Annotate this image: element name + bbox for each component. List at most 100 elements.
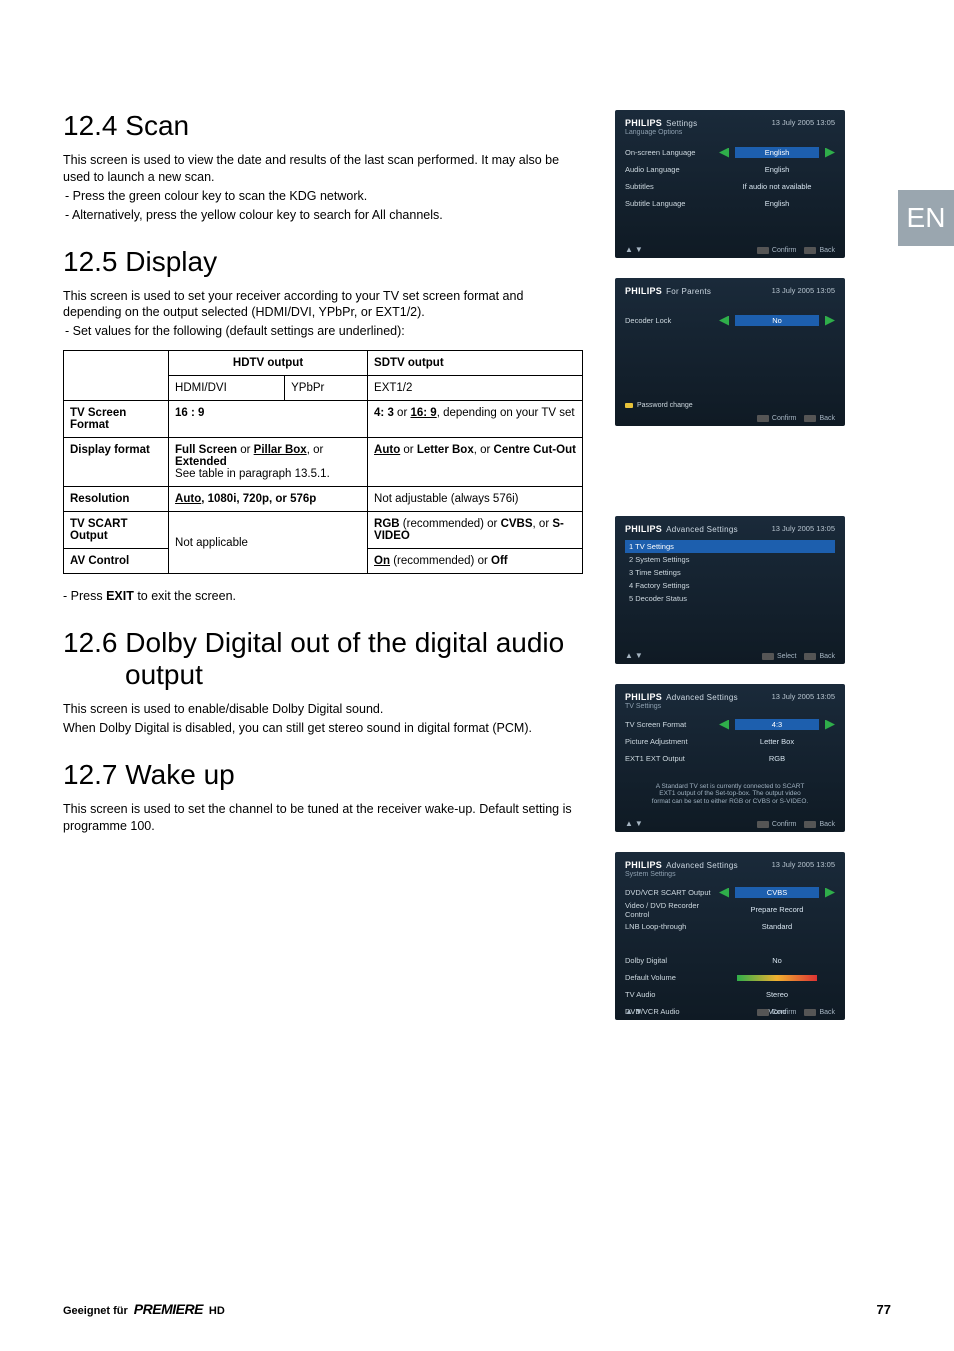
footer-brand: PREMIERE xyxy=(134,1301,203,1317)
display-settings-table: HDTV output SDTV output HDMI/DVI YPbPr E… xyxy=(63,350,583,574)
footer-brand-suffix: HD xyxy=(209,1305,225,1317)
dolby-body2: When Dolby Digital is disabled, you can … xyxy=(63,720,583,737)
scart-mid: (recommended) or xyxy=(400,518,501,530)
brand-label: PHILIPSSettings xyxy=(625,118,697,128)
arrow-left-icon xyxy=(719,316,729,326)
tvfmt-sdtv-43: 4: 3 xyxy=(374,407,394,419)
screen-footer: ConfirmBack xyxy=(749,415,835,422)
scart-sdtv: RGB (recommended) or CVBS, or S-VIDEO xyxy=(368,512,583,549)
dispfmt-pillar: Pillar Box xyxy=(254,444,307,456)
av-off: Off xyxy=(491,555,508,567)
arrow-right-icon xyxy=(825,148,835,158)
screenshot-tv-settings: PHILIPSAdvanced Settings 13 July 2005 13… xyxy=(615,684,845,832)
heading-scan: 12.4 Scan xyxy=(63,110,583,142)
row-spacer xyxy=(625,937,835,950)
av-on: On xyxy=(374,555,390,567)
screen-footer: ConfirmBack xyxy=(749,821,835,828)
scart-rgb: RGB xyxy=(374,518,400,530)
dispfmt-full: Full Screen xyxy=(175,444,237,456)
subcol-ext: EXT1/2 xyxy=(368,376,583,401)
exit-b: EXIT xyxy=(106,589,134,603)
screen-date: 13 July 2005 13:05 xyxy=(772,118,835,127)
menu-tv-settings: 1 TV Settings xyxy=(625,540,835,553)
dispfmt-sd-or2: , or xyxy=(474,444,494,456)
heading-dolby: 12.6 Dolby Digital out of the digital au… xyxy=(63,627,583,691)
row-audio-lang: Audio LanguageEnglish xyxy=(625,163,835,176)
tvfmt-sdtv-169: 16: 9 xyxy=(410,407,436,419)
breadcrumb: TV Settings xyxy=(625,703,835,710)
footer-label: Geeignet für xyxy=(63,1305,128,1317)
page-footer: Geeignet für PREMIERE HD 77 xyxy=(63,1301,891,1317)
breadcrumb: System Settings xyxy=(625,871,835,878)
dispfmt-sd-letter: Letter Box xyxy=(417,444,474,456)
dolby-h2: output xyxy=(125,659,203,690)
dispfmt-or1: or xyxy=(237,444,254,456)
breadcrumb: Language Options xyxy=(625,129,835,136)
res-sdtv: Not adjustable (always 576i) xyxy=(368,487,583,512)
password-change-hint: Password change xyxy=(625,402,693,409)
res-rest: , 1080i, 720p, or 576p xyxy=(201,493,316,505)
scan-bullet-2: - Alternatively, press the yellow colour… xyxy=(63,207,583,224)
av-sdtv: On (recommended) or Off xyxy=(368,549,583,574)
nav-arrows-icon: ▲▼ xyxy=(625,245,645,254)
row-recorder-control: Video / DVD Recorder ControlPrepare Reco… xyxy=(625,903,835,916)
page-number: 77 xyxy=(877,1302,891,1317)
main-column: 12.4 Scan This screen is used to view th… xyxy=(63,110,583,841)
menu-time-settings: 3 Time Settings xyxy=(625,566,835,579)
row-scart: TV SCART Output xyxy=(64,512,169,549)
screenshot-language-options: PHILIPSSettings 13 July 2005 13:05 Langu… xyxy=(615,110,845,258)
row-picture-adjust: Picture AdjustmentLetter Box xyxy=(625,735,835,748)
screen-date: 13 July 2005 13:05 xyxy=(772,860,835,869)
row-decoder-lock: Decoder LockNo xyxy=(625,314,835,327)
screen-date: 13 July 2005 13:05 xyxy=(772,524,835,533)
row-onscreen-lang: On-screen LanguageEnglish xyxy=(625,146,835,159)
row-display-format: Display format xyxy=(64,438,169,487)
res-auto: Auto xyxy=(175,493,201,505)
wake-body: This screen is used to set the channel t… xyxy=(63,801,583,835)
scart-cvbs: CVBS xyxy=(501,518,533,530)
scart-hdtv: Not applicable xyxy=(169,512,368,574)
col-sdtv: SDTV output xyxy=(368,351,583,376)
brand-label: PHILIPSAdvanced Settings xyxy=(625,692,738,702)
nav-arrows-icon: ▲▼ xyxy=(625,1007,645,1016)
row-resolution: Resolution xyxy=(64,487,169,512)
dispfmt-note: See table in paragraph 13.5.1. xyxy=(175,468,330,480)
screenshot-system-settings: PHILIPSAdvanced Settings 13 July 2005 13… xyxy=(615,852,845,1020)
brand-label: PHILIPSFor Parents xyxy=(625,286,711,296)
scan-bullet-1: - Press the green colour key to scan the… xyxy=(63,188,583,205)
dispfmt-or2: , or xyxy=(307,444,324,456)
screen-footer: ConfirmBack xyxy=(749,1009,835,1016)
nav-arrows-icon: ▲▼ xyxy=(625,819,645,828)
advanced-menu-list: 1 TV Settings 2 System Settings 3 Time S… xyxy=(625,540,835,605)
brand-label: PHILIPSAdvanced Settings xyxy=(625,524,738,534)
dispfmt-sd-auto: Auto xyxy=(374,444,400,456)
subcol-ypbpr: YPbPr xyxy=(285,376,368,401)
row-subtitles: SubtitlesIf audio not available xyxy=(625,180,835,193)
dispfmt-sdtv: Auto or Letter Box, or Centre Cut-Out xyxy=(368,438,583,487)
heading-wake: 12.7 Wake up xyxy=(63,759,583,791)
display-body: This screen is used to set your receiver… xyxy=(63,288,583,322)
row-tv-screen-format: TV Screen Format4:3 xyxy=(625,718,835,731)
menu-factory-settings: 4 Factory Settings xyxy=(625,579,835,592)
subcol-hdmi: HDMI/DVI xyxy=(169,376,285,401)
screenshot-parents: PHILIPSFor Parents 13 July 2005 13:05 De… xyxy=(615,278,845,426)
row-subtitle-lang: Subtitle LanguageEnglish xyxy=(625,197,835,210)
row-dvd-scart: DVD/VCR SCART OutputCVBS xyxy=(625,886,835,899)
col-hdtv: HDTV output xyxy=(169,351,368,376)
exit-pre: - Press xyxy=(63,589,106,603)
arrow-right-icon xyxy=(825,316,835,326)
screen-date: 13 July 2005 13:05 xyxy=(772,286,835,295)
scan-body: This screen is used to view the date and… xyxy=(63,152,583,186)
display-bullet: - Set values for the following (default … xyxy=(63,323,583,340)
arrow-left-icon xyxy=(719,720,729,730)
arrow-right-icon xyxy=(825,720,835,730)
screen-footer: ConfirmBack xyxy=(749,247,835,254)
exit-note: - Press EXIT to exit the screen. xyxy=(63,588,583,605)
screenshot-advanced-menu: PHILIPSAdvanced Settings 13 July 2005 13… xyxy=(615,516,845,664)
row-tv-screen-format: TV Screen Format xyxy=(64,401,169,438)
dispfmt-sd-centre: Centre Cut-Out xyxy=(494,444,576,456)
exit-post: to exit the screen. xyxy=(134,589,236,603)
volume-bar-icon xyxy=(737,975,817,981)
screenshot-column: PHILIPSSettings 13 July 2005 13:05 Langu… xyxy=(615,110,855,1040)
dolby-h1: 12.6 Dolby Digital out of the digital au… xyxy=(63,627,564,658)
